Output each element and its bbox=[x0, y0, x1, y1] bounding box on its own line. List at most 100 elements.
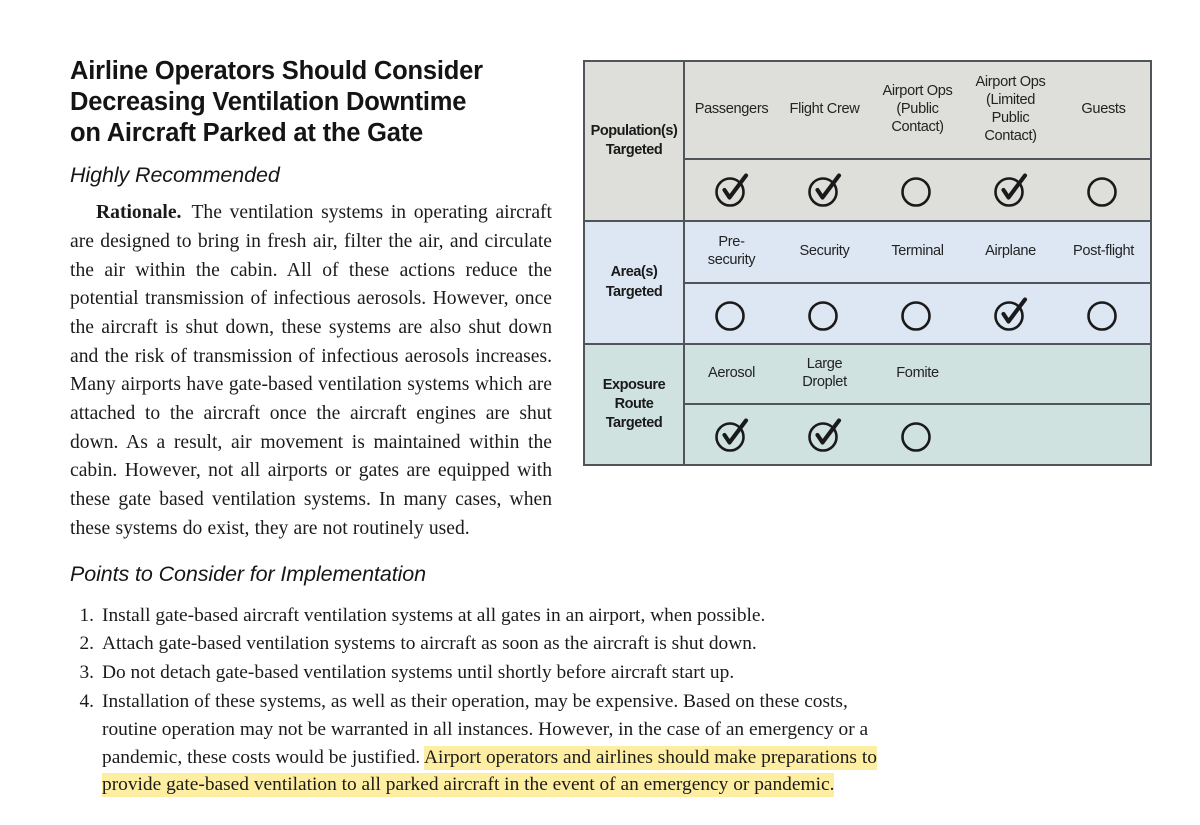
recommendation-block: Airline Operators Should Consider Decrea… bbox=[70, 56, 552, 544]
table-row: Exposure Route Targeted Aerosol Large Dr… bbox=[585, 343, 1150, 464]
list-item-number: 3. bbox=[79, 661, 94, 683]
empty-circle-icon bbox=[1085, 295, 1123, 333]
mark-cell-airport-ops-limited bbox=[964, 160, 1057, 220]
column-header-terminal: Terminal bbox=[891, 243, 944, 260]
row-label-line-2: Targeted bbox=[605, 283, 663, 300]
points-to-consider-block: Points to Consider for Implementation 1.… bbox=[70, 562, 900, 800]
column-header-passengers: Passengers bbox=[694, 101, 769, 118]
column-header-guests: Guests bbox=[1081, 101, 1126, 118]
empty-circle-icon bbox=[899, 416, 937, 454]
header-line: Public bbox=[991, 110, 1030, 126]
column-header-post-flight: Post-flight bbox=[1072, 243, 1135, 260]
column-header-airport-ops-public: Airport Ops (Public Contact) bbox=[871, 62, 964, 158]
list-item-number: 1. bbox=[79, 604, 94, 626]
column-header-pre-security: Pre- security bbox=[685, 222, 778, 282]
header-line: Droplet bbox=[802, 374, 847, 390]
row-body: Pre- security Security Terminal Airplane… bbox=[685, 222, 1150, 343]
header-line: Large bbox=[806, 356, 843, 373]
column-header-aerosol: Aerosol bbox=[707, 365, 756, 382]
column-header-security: Security bbox=[799, 243, 850, 260]
row-label-line-1: Exposure bbox=[602, 376, 666, 393]
rationale-body: The ventilation systems in operating air… bbox=[70, 202, 552, 539]
mark-cell-passengers bbox=[685, 160, 778, 220]
header-line: Contact) bbox=[891, 118, 944, 135]
mark-cell-airport-ops-public bbox=[871, 160, 964, 220]
column-header-airport-ops-limited: Airport Ops (Limited Public Contact) bbox=[964, 62, 1057, 158]
mark-cell-empty bbox=[1057, 405, 1150, 464]
mark-cell-terminal bbox=[871, 284, 964, 343]
column-header-flight-crew: Flight Crew bbox=[789, 101, 860, 118]
points-list: 1. Install gate-based aircraft ventilati… bbox=[70, 602, 900, 799]
page-title: Airline Operators Should Consider Decrea… bbox=[70, 56, 552, 149]
row-body: Aerosol Large Droplet Fomite bbox=[685, 345, 1150, 464]
row-label-exposure-route: Exposure Route Targeted bbox=[585, 345, 685, 464]
row-label-line-1: Area(s) bbox=[610, 264, 658, 281]
column-header-fomite: Fomite bbox=[896, 365, 939, 382]
row-label-line-3: Targeted bbox=[605, 415, 663, 432]
check-in-circle-icon bbox=[992, 171, 1030, 209]
check-in-circle-icon bbox=[806, 416, 844, 454]
check-in-circle-icon bbox=[713, 416, 751, 454]
rationale-label: Rationale. bbox=[96, 202, 182, 224]
empty-circle-icon bbox=[806, 295, 844, 333]
row-label-line-2: Route bbox=[614, 395, 654, 412]
mark-row bbox=[685, 284, 1150, 343]
mark-cell-empty bbox=[964, 405, 1057, 464]
header-line: Pre- bbox=[718, 234, 745, 251]
header-line: Airport Ops bbox=[882, 83, 953, 100]
mark-cell-pre-security bbox=[685, 284, 778, 343]
row-label-population: Population(s) Targeted bbox=[585, 62, 685, 220]
mark-cell-large-droplet bbox=[778, 405, 871, 464]
table-row: Area(s) Targeted Pre- security Security … bbox=[585, 220, 1150, 343]
list-item: 3. Do not detach gate-based ventilation … bbox=[70, 659, 900, 687]
table-row: Population(s) Targeted Passengers Flight… bbox=[585, 62, 1150, 220]
mark-row bbox=[685, 405, 1150, 464]
page-title-line-2: Decreasing Ventilation Downtime bbox=[70, 88, 467, 117]
column-headers: Pre- security Security Terminal Airplane… bbox=[685, 222, 1150, 284]
check-in-circle-icon bbox=[713, 171, 751, 209]
check-in-circle-icon bbox=[992, 295, 1030, 333]
empty-circle-icon bbox=[899, 171, 937, 209]
list-item-text: Do not detach gate-based ventilation sys… bbox=[102, 661, 735, 683]
empty-circle-icon bbox=[713, 295, 751, 333]
row-label-line-1: Population(s) bbox=[590, 122, 678, 139]
mark-cell-aerosol bbox=[685, 405, 778, 464]
page-title-line-3: on Aircraft Parked at the Gate bbox=[70, 119, 423, 148]
list-item-text: Install gate-based aircraft ventilation … bbox=[102, 604, 766, 626]
priority-label: Highly Recommended bbox=[70, 163, 280, 188]
list-item-number: 4. bbox=[79, 691, 94, 713]
mark-cell-post-flight bbox=[1057, 284, 1150, 343]
points-heading: Points to Consider for Implementation bbox=[70, 562, 427, 586]
row-body: Passengers Flight Crew Airport Ops (Publ… bbox=[685, 62, 1150, 220]
list-item: 2. Attach gate-based ventilation systems… bbox=[70, 630, 900, 658]
list-item: 1. Install gate-based aircraft ventilati… bbox=[70, 602, 900, 630]
targeting-matrix-table: Population(s) Targeted Passengers Flight… bbox=[583, 60, 1152, 466]
header-line: Airport Ops bbox=[975, 74, 1046, 91]
list-item: 4. Installation of these systems, as well… bbox=[70, 688, 900, 798]
mark-row bbox=[685, 160, 1150, 220]
column-header-empty bbox=[964, 345, 1057, 403]
check-in-circle-icon bbox=[806, 171, 844, 209]
row-label-line-2: Targeted bbox=[605, 142, 663, 158]
list-item-text: Attach gate-based ventilation systems to… bbox=[102, 633, 757, 655]
mark-cell-airplane bbox=[964, 284, 1057, 343]
header-line: Contact) bbox=[984, 127, 1037, 144]
mark-cell-fomite bbox=[871, 405, 964, 464]
page-title-line-1: Airline Operators Should Consider bbox=[70, 57, 483, 85]
header-line: (Public bbox=[896, 101, 939, 118]
mark-cell-flight-crew bbox=[778, 160, 871, 220]
header-line: security bbox=[707, 252, 756, 268]
mark-cell-guests bbox=[1057, 160, 1150, 220]
rationale-paragraph: Rationale. The ventilation systems in ope… bbox=[70, 199, 552, 543]
header-line: (Limited bbox=[985, 92, 1036, 109]
column-header-empty bbox=[1057, 345, 1150, 403]
column-header-large-droplet: Large Droplet bbox=[778, 345, 871, 403]
empty-circle-icon bbox=[899, 295, 937, 333]
column-headers: Aerosol Large Droplet Fomite bbox=[685, 345, 1150, 405]
row-label-area: Area(s) Targeted bbox=[585, 222, 685, 343]
column-header-airplane: Airplane bbox=[985, 243, 1036, 260]
column-headers: Passengers Flight Crew Airport Ops (Publ… bbox=[685, 62, 1150, 160]
empty-circle-icon bbox=[1085, 171, 1123, 209]
mark-cell-security bbox=[778, 284, 871, 343]
list-item-number: 2. bbox=[79, 633, 94, 655]
